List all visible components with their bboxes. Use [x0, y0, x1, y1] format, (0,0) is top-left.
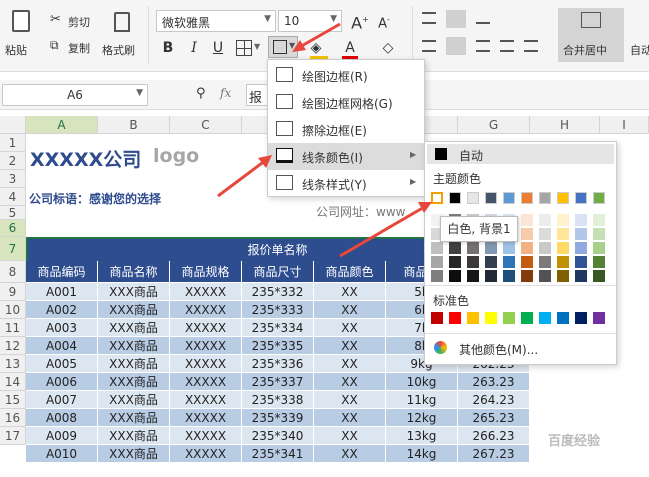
annotation-arrow: [297, 22, 341, 50]
annotation-arrows: [217, 22, 432, 258]
annotation-arrow: [339, 204, 427, 258]
watermark: 百度经验: [548, 434, 601, 449]
arrow-head: [418, 202, 432, 213]
annotation-arrow: [217, 158, 267, 198]
